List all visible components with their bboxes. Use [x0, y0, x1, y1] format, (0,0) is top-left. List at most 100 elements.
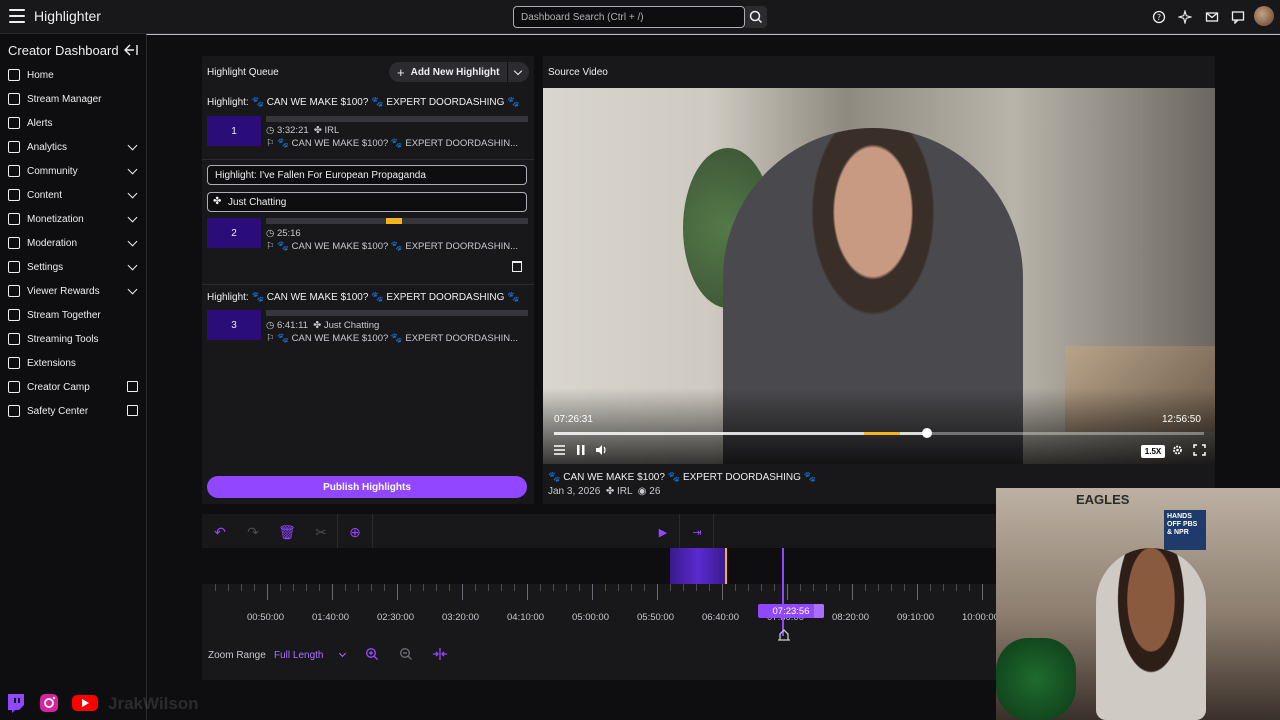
- sidebar-item-viewer-rewards[interactable]: Viewer Rewards: [8, 281, 140, 301]
- undo-icon[interactable]: ↶: [210, 522, 230, 542]
- chevron-down-icon[interactable]: [127, 188, 138, 199]
- clock-icon: ◷: [266, 228, 275, 239]
- scrub-highlight-marker: [864, 432, 900, 435]
- stream-date: Jan 3, 2026: [548, 486, 601, 497]
- timeline-tick: [917, 584, 918, 600]
- webcam-overlay: EAGLES HANDS OFF PBS & NPR: [996, 488, 1280, 720]
- sidebar-item-monetization[interactable]: Monetization: [8, 209, 140, 229]
- zoom-range-select[interactable]: Full Length: [274, 650, 323, 661]
- delete-icon[interactable]: 🗑: [277, 522, 297, 542]
- timeline-tick-label: 04:10:00: [507, 612, 544, 623]
- highlight-1-source-label: 🐾 CAN WE MAKE $100? 🐾 EXPERT DOORDASHIN.…: [277, 138, 518, 149]
- timeline-minor-tick: [605, 584, 606, 591]
- highlight-1-number[interactable]: 1: [207, 116, 261, 146]
- highlight-2-title-input[interactable]: Highlight: I've Fallen For European Prop…: [207, 165, 527, 185]
- timeline-tick: [722, 584, 723, 600]
- timeline-minor-tick: [813, 584, 814, 591]
- sidebar-item-stream-manager[interactable]: Stream Manager: [8, 89, 140, 109]
- sidebar-item-settings[interactable]: Settings: [8, 257, 140, 277]
- add-highlight-dropdown[interactable]: [507, 62, 529, 82]
- sidebar-item-label: Viewer Rewards: [27, 285, 100, 297]
- zoom-in-icon[interactable]: [365, 647, 379, 661]
- timeline-minor-tick: [748, 584, 749, 591]
- timeline-minor-tick: [761, 584, 762, 591]
- highlight-3-range-bar[interactable]: [266, 310, 528, 316]
- highlight-3-number[interactable]: 3: [207, 310, 261, 340]
- sparkle-icon[interactable]: [1178, 10, 1192, 24]
- sidebar-item-home[interactable]: Home: [8, 65, 140, 85]
- safety-center-icon: [8, 405, 20, 417]
- search-button[interactable]: [745, 6, 767, 28]
- fullscreen-icon[interactable]: [1193, 444, 1206, 456]
- volume-icon[interactable]: [595, 444, 608, 456]
- help-icon[interactable]: ?: [1152, 10, 1166, 24]
- redo-icon[interactable]: ↷: [243, 522, 263, 542]
- sidebar-item-creator-camp[interactable]: Creator Camp: [8, 377, 140, 397]
- timeline-minor-tick: [436, 584, 437, 591]
- chevron-down-icon[interactable]: [127, 284, 138, 295]
- external-link-icon[interactable]: [127, 381, 138, 392]
- whispers-icon[interactable]: [1231, 10, 1245, 24]
- sidebar-item-content[interactable]: Content: [8, 185, 140, 205]
- fit-timeline-icon[interactable]: [432, 647, 448, 661]
- delete-highlight-icon[interactable]: [512, 261, 522, 272]
- chapters-icon[interactable]: [553, 444, 566, 456]
- highlight-3-source: ⚐ 🐾 CAN WE MAKE $100? 🐾 EXPERT DOORDASHI…: [266, 333, 528, 344]
- search-input[interactable]: Dashboard Search (Ctrl + /): [513, 6, 745, 28]
- chevron-down-icon[interactable]: [127, 164, 138, 175]
- external-link-icon[interactable]: [127, 405, 138, 416]
- play-icon[interactable]: ▶: [653, 522, 673, 542]
- highlight-2-category-input[interactable]: ✤ Just Chatting: [207, 192, 527, 212]
- chevron-down-icon[interactable]: [127, 236, 138, 247]
- inbox-icon[interactable]: [1205, 10, 1219, 24]
- playhead-dropdown[interactable]: [814, 604, 824, 618]
- sidebar-item-community[interactable]: Community: [8, 161, 140, 181]
- highlight-2-category: Just Chatting: [228, 197, 287, 208]
- menu-icon[interactable]: [9, 9, 25, 23]
- sidebar-item-safety-center[interactable]: Safety Center: [8, 401, 140, 421]
- sidebar-item-analytics[interactable]: Analytics: [8, 137, 140, 157]
- sidebar-item-stream-together[interactable]: Stream Together: [8, 305, 140, 325]
- category-icon: ✤: [605, 486, 615, 497]
- avatar[interactable]: [1254, 6, 1274, 26]
- sidebar-item-label: Stream Manager: [27, 93, 102, 105]
- sidebar-item-extensions[interactable]: Extensions: [8, 353, 140, 373]
- video-player[interactable]: 07:26:31 12:56:50 1.5X: [543, 88, 1215, 464]
- playhead-handle-icon[interactable]: [778, 628, 790, 642]
- collapse-sidebar-icon[interactable]: [124, 44, 138, 56]
- pause-icon[interactable]: [574, 444, 587, 456]
- search-icon: [749, 10, 763, 24]
- jump-to-end-icon[interactable]: ⇥: [687, 522, 707, 542]
- timeline-minor-tick: [956, 584, 957, 591]
- highlight-2-number[interactable]: 2: [207, 218, 261, 248]
- add-new-highlight-button[interactable]: + Add New Highlight: [389, 62, 529, 82]
- sidebar-item-alerts[interactable]: Alerts: [8, 113, 140, 133]
- source-flag-icon: ⚐: [266, 138, 275, 149]
- chevron-down-icon[interactable]: [127, 260, 138, 271]
- timeline-tick-label: 01:40:00: [312, 612, 349, 623]
- highlight-2-range-bar[interactable]: [266, 218, 528, 224]
- timeline-tick-label: 10:00:00: [962, 612, 999, 623]
- playback-speed[interactable]: 1.5X: [1141, 445, 1165, 458]
- highlight-2-range-marker[interactable]: [386, 218, 402, 224]
- chevron-down-icon[interactable]: [127, 140, 138, 151]
- timeline-tick: [852, 584, 853, 600]
- add-clip-icon[interactable]: ⊕: [345, 522, 365, 542]
- total-time: 12:56:50: [1162, 414, 1201, 425]
- highlight-1-range-bar[interactable]: [266, 116, 528, 122]
- highlight-segment[interactable]: [670, 548, 726, 584]
- sidebar-item-moderation[interactable]: Moderation: [8, 233, 140, 253]
- publish-highlights-button[interactable]: Publish Highlights: [207, 476, 527, 498]
- community-icon: [8, 165, 20, 177]
- chevron-down-icon[interactable]: [127, 212, 138, 223]
- zoom-out-icon[interactable]: [399, 647, 413, 661]
- chevron-down-icon[interactable]: [338, 649, 347, 658]
- settings-icon[interactable]: [1171, 444, 1184, 456]
- video-controls-gradient: [543, 388, 1215, 464]
- sidebar-item-streaming-tools[interactable]: Streaming Tools: [8, 329, 140, 349]
- timeline-playhead[interactable]: [782, 548, 784, 636]
- sidebar-item-label: Streaming Tools: [27, 333, 99, 345]
- timeline-minor-tick: [826, 584, 827, 591]
- scissors-icon[interactable]: ✂: [311, 522, 331, 542]
- video-scrub-bar[interactable]: [554, 428, 1204, 438]
